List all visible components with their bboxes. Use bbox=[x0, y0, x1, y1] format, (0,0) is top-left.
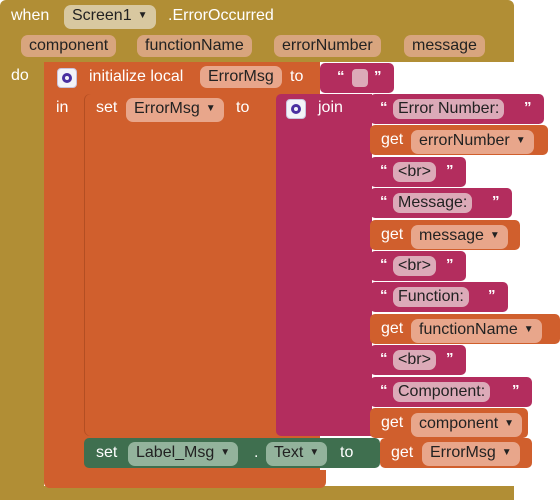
join-text-field[interactable]: Message: bbox=[393, 193, 473, 213]
close-quote-icon: ” bbox=[492, 193, 500, 210]
get-label: get bbox=[381, 226, 404, 243]
join-label: join bbox=[318, 99, 343, 116]
dot-label: . bbox=[254, 444, 259, 461]
when-label: when bbox=[11, 7, 50, 24]
join-text-field[interactable]: <br> bbox=[393, 162, 436, 182]
event-name: .ErrorOccurred bbox=[168, 7, 274, 24]
close-quote-icon: ” bbox=[374, 68, 382, 85]
get-label: get bbox=[381, 414, 404, 431]
set-var-label: set bbox=[96, 99, 118, 116]
get-errormsg-label: get bbox=[391, 444, 414, 461]
component-dropdown-value: Screen1 bbox=[72, 7, 132, 24]
close-quote-icon: ” bbox=[524, 99, 532, 116]
chevron-down-icon: ▼ bbox=[523, 324, 534, 335]
get-label: get bbox=[381, 320, 404, 337]
close-quote-icon: ” bbox=[488, 287, 496, 304]
set-label-set: set bbox=[96, 444, 118, 461]
chevron-down-icon: ▼ bbox=[137, 10, 148, 21]
get-var-dropdown[interactable]: errorNumber ▼ bbox=[411, 130, 534, 154]
set-var-to-label: to bbox=[236, 99, 250, 116]
get-var-value: functionName bbox=[419, 321, 518, 338]
set-var-dropdown-value: ErrorMsg bbox=[134, 100, 200, 117]
chevron-down-icon: ▼ bbox=[501, 447, 512, 458]
open-quote-icon: “ bbox=[380, 99, 388, 116]
chevron-down-icon: ▼ bbox=[309, 447, 320, 458]
event-block-bottom-cover bbox=[44, 486, 514, 500]
open-quote-icon: “ bbox=[337, 68, 345, 85]
chevron-down-icon: ▼ bbox=[205, 103, 216, 114]
open-quote-icon: “ bbox=[380, 193, 388, 210]
property-dropdown[interactable]: Text ▼ bbox=[266, 442, 328, 466]
get-var-value: errorNumber bbox=[419, 132, 510, 149]
get-label: get bbox=[381, 131, 404, 148]
get-var-value: component bbox=[419, 415, 499, 432]
set-var-block[interactable] bbox=[84, 94, 278, 436]
get-var-dropdown[interactable]: functionName ▼ bbox=[411, 319, 542, 343]
component-dropdown-label-msg[interactable]: Label_Msg ▼ bbox=[128, 442, 239, 466]
gear-icon[interactable] bbox=[57, 68, 77, 88]
init-local-label: initialize local bbox=[89, 68, 184, 85]
set-var-dropdown[interactable]: ErrorMsg ▼ bbox=[126, 98, 224, 122]
get-errormsg-value: ErrorMsg bbox=[430, 444, 496, 461]
set-label-to: to bbox=[340, 444, 354, 461]
get-var-dropdown[interactable]: component ▼ bbox=[411, 413, 523, 437]
join-text-field[interactable]: <br> bbox=[393, 256, 436, 276]
join-text-field[interactable]: Component: bbox=[393, 382, 491, 402]
get-errormsg-dropdown[interactable]: ErrorMsg ▼ bbox=[422, 442, 520, 466]
join-text-field[interactable]: Error Number: bbox=[393, 99, 505, 119]
close-quote-icon: ” bbox=[446, 162, 454, 179]
param-message[interactable]: message bbox=[404, 35, 485, 57]
init-local-footer bbox=[44, 470, 326, 488]
close-quote-icon: ” bbox=[446, 350, 454, 367]
close-quote-icon: ” bbox=[446, 256, 454, 273]
chevron-down-icon: ▼ bbox=[489, 230, 500, 241]
join-text-field[interactable]: <br> bbox=[393, 350, 436, 370]
open-quote-icon: “ bbox=[380, 256, 388, 273]
get-var-dropdown[interactable]: message ▼ bbox=[411, 225, 508, 249]
local-var-name[interactable]: ErrorMsg bbox=[200, 66, 282, 88]
in-label: in bbox=[56, 99, 69, 116]
chevron-down-icon: ▼ bbox=[504, 418, 515, 429]
param-errorNumber[interactable]: errorNumber bbox=[274, 35, 381, 57]
get-var-value: message bbox=[419, 227, 484, 244]
do-label: do bbox=[11, 67, 29, 84]
close-quote-icon: ” bbox=[512, 382, 520, 399]
local-var-name-value: ErrorMsg bbox=[208, 68, 274, 85]
join-text-field[interactable]: Function: bbox=[393, 287, 469, 307]
join-block[interactable] bbox=[276, 94, 372, 436]
property-value: Text bbox=[274, 444, 304, 461]
chevron-down-icon: ▼ bbox=[515, 135, 526, 146]
param-functionName[interactable]: functionName bbox=[137, 35, 252, 57]
empty-text-field[interactable] bbox=[352, 69, 368, 87]
open-quote-icon: “ bbox=[380, 382, 388, 399]
open-quote-icon: “ bbox=[380, 350, 388, 367]
gear-icon[interactable] bbox=[286, 99, 306, 119]
chevron-down-icon: ▼ bbox=[220, 447, 231, 458]
open-quote-icon: “ bbox=[380, 162, 388, 179]
param-component[interactable]: component bbox=[21, 35, 117, 57]
component-dropdown[interactable]: Screen1 ▼ bbox=[64, 5, 156, 29]
open-quote-icon: “ bbox=[380, 287, 388, 304]
label-msg-value: Label_Msg bbox=[136, 444, 215, 461]
init-to-label: to bbox=[290, 68, 304, 85]
